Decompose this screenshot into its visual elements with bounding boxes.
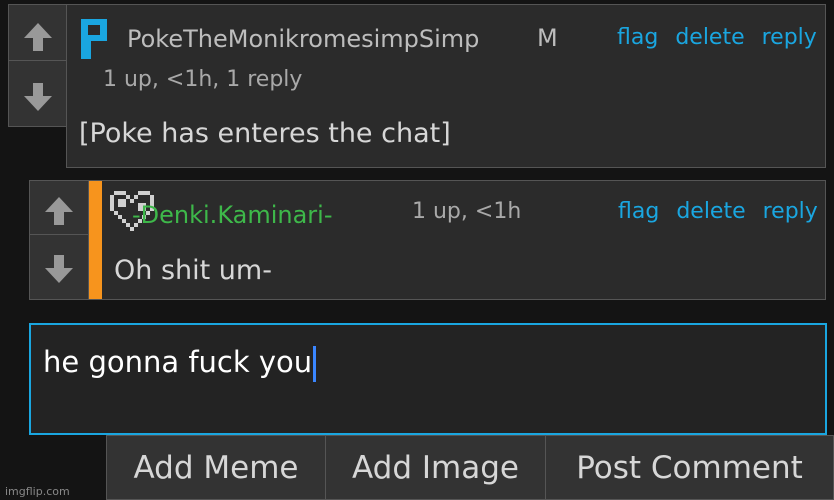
reply-link[interactable]: reply bbox=[762, 25, 817, 50]
comment-button-row: Add Meme Add Image Post Comment bbox=[106, 435, 834, 500]
comment-card: PokeTheMonikromesimpSimp M flag delete r… bbox=[66, 4, 826, 168]
downvote-button[interactable] bbox=[9, 73, 67, 121]
comment-meta: 1 up, <1h bbox=[412, 199, 522, 224]
comment-text: Oh shit um- bbox=[114, 255, 272, 286]
downvote-button[interactable] bbox=[30, 245, 88, 293]
watermark: imgflip.com bbox=[5, 485, 70, 498]
arrow-up-icon bbox=[24, 22, 52, 51]
add-meme-button[interactable]: Add Meme bbox=[107, 436, 326, 499]
text-cursor bbox=[313, 346, 317, 382]
arrow-up-icon bbox=[45, 196, 73, 225]
add-image-button[interactable]: Add Image bbox=[326, 436, 546, 499]
flag-link[interactable]: flag bbox=[618, 199, 659, 224]
user-badge: M bbox=[537, 24, 558, 52]
vote-column bbox=[30, 181, 89, 299]
upvote-button[interactable] bbox=[9, 13, 67, 61]
comment-2: -Denki.Kaminari- 1 up, <1h flag delete r… bbox=[29, 180, 826, 300]
user-avatar-icon bbox=[81, 19, 107, 59]
comment-actions: flag delete reply bbox=[608, 199, 818, 224]
vote-column bbox=[8, 4, 68, 127]
comment-meta: 1 up, <1h, 1 reply bbox=[103, 67, 303, 92]
arrow-down-icon bbox=[45, 255, 73, 283]
comment-actions: flag delete reply bbox=[607, 25, 817, 50]
reply-textarea[interactable]: he gonna fuck you bbox=[29, 323, 827, 435]
post-comment-button[interactable]: Post Comment bbox=[546, 436, 833, 499]
delete-link[interactable]: delete bbox=[676, 199, 745, 224]
comment-username[interactable]: PokeTheMonikromesimpSimp bbox=[127, 25, 479, 53]
comment-text: [Poke has enteres the chat] bbox=[79, 118, 451, 149]
reply-accent-bar bbox=[89, 181, 102, 299]
arrow-down-icon bbox=[24, 83, 52, 111]
comment-username[interactable]: -Denki.Kaminari- bbox=[132, 201, 333, 229]
reply-text: he gonna fuck you bbox=[43, 345, 317, 382]
delete-link[interactable]: delete bbox=[675, 25, 744, 50]
upvote-button[interactable] bbox=[30, 187, 88, 235]
reply-link[interactable]: reply bbox=[763, 199, 818, 224]
comment-1: PokeTheMonikromesimpSimp M flag delete r… bbox=[8, 4, 826, 168]
flag-link[interactable]: flag bbox=[617, 25, 658, 50]
